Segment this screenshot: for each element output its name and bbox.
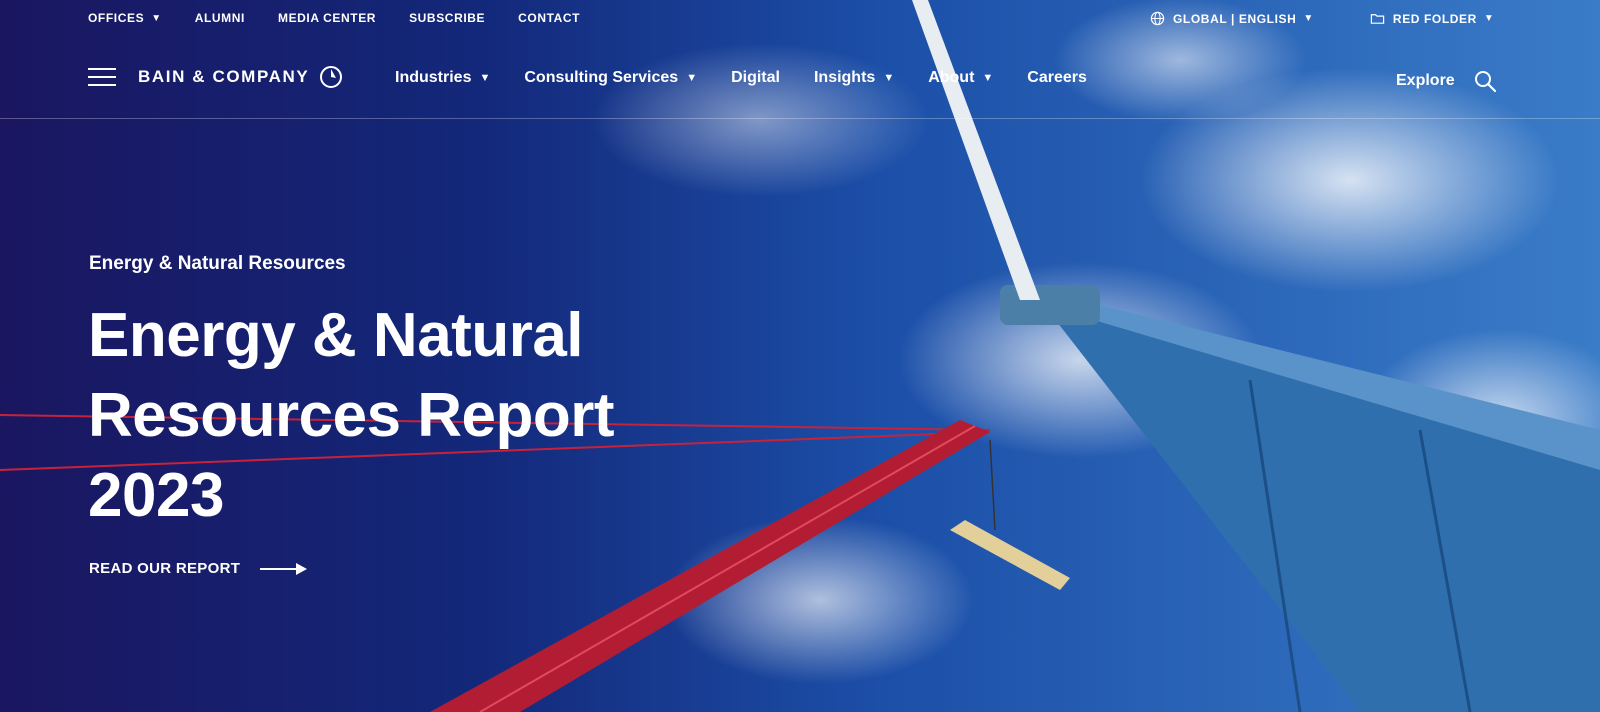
language-selector[interactable]: GLOBAL | ENGLISH ▼ bbox=[1150, 11, 1314, 26]
alumni-link[interactable]: ALUMNI bbox=[195, 11, 245, 25]
subscribe-label: SUBSCRIBE bbox=[409, 11, 486, 25]
caret-down-icon: ▼ bbox=[1483, 13, 1495, 24]
logo-wordmark: BAIN & COMPANY bbox=[138, 67, 310, 86]
caret-down-icon: ▼ bbox=[686, 72, 698, 84]
nav-item-consulting-services[interactable]: Consulting Services ▼ bbox=[524, 69, 697, 87]
utility-links: OFFICES ▼ ALUMNI MEDIA CENTER SUBSCRIBE … bbox=[88, 11, 613, 25]
caret-down-icon: ▼ bbox=[1303, 13, 1314, 24]
nav-insights-label: Insights bbox=[813, 69, 876, 86]
language-label: GLOBAL | ENGLISH bbox=[1173, 11, 1297, 26]
nav-industries-label: Industries bbox=[395, 69, 472, 86]
hero-title: Energy & Natural Resources Report 2023 bbox=[88, 301, 615, 530]
primary-nav-items: Industries ▼ Consulting Services ▼ Digit… bbox=[395, 69, 1121, 87]
media-center-link[interactable]: MEDIA CENTER bbox=[278, 11, 376, 25]
explore-label: Explore bbox=[1396, 72, 1455, 89]
nav-divider bbox=[0, 118, 1600, 119]
folder-icon bbox=[1370, 14, 1385, 24]
hero-section: OFFICES ▼ ALUMNI MEDIA CENTER SUBSCRIBE … bbox=[0, 0, 1600, 712]
read-report-label: READ OUR REPORT bbox=[89, 560, 241, 577]
offices-dropdown[interactable]: OFFICES ▼ bbox=[88, 11, 162, 25]
hero-eyebrow[interactable]: Energy & Natural Resources bbox=[89, 253, 346, 275]
caret-down-icon: ▼ bbox=[151, 12, 162, 24]
nav-item-careers[interactable]: Careers bbox=[1027, 69, 1087, 87]
turbine-nacelle bbox=[1000, 285, 1100, 325]
crane-load bbox=[950, 520, 1070, 590]
nav-digital-label: Digital bbox=[731, 69, 780, 86]
alumni-label: ALUMNI bbox=[194, 11, 245, 25]
utility-bar: OFFICES ▼ ALUMNI MEDIA CENTER SUBSCRIBE … bbox=[0, 0, 1600, 36]
hamburger-menu-icon[interactable] bbox=[88, 68, 116, 86]
bain-logo-mark-icon bbox=[320, 66, 343, 88]
nav-careers-label: Careers bbox=[1027, 69, 1087, 86]
read-report-link[interactable]: READ OUR REPORT bbox=[89, 560, 308, 577]
subscribe-link[interactable]: SUBSCRIBE bbox=[409, 11, 485, 25]
red-folder-label: RED FOLDER bbox=[1392, 11, 1477, 26]
bain-logo[interactable]: BAIN & COMPANY bbox=[138, 65, 343, 89]
crane-hook-line bbox=[989, 439, 996, 531]
turbine-blade bbox=[912, 0, 1040, 300]
main-navigation: BAIN & COMPANY Industries ▼ Consulting S… bbox=[0, 60, 1600, 96]
caret-down-icon: ▼ bbox=[883, 72, 895, 84]
globe-icon bbox=[1150, 11, 1165, 26]
caret-down-icon: ▼ bbox=[479, 72, 491, 84]
search-icon[interactable] bbox=[1473, 69, 1497, 93]
nav-item-about[interactable]: About ▼ bbox=[928, 69, 993, 87]
nav-item-industries[interactable]: Industries ▼ bbox=[395, 69, 490, 87]
caret-down-icon: ▼ bbox=[982, 72, 994, 84]
utility-right: GLOBAL | ENGLISH ▼ RED FOLDER ▼ bbox=[1150, 11, 1550, 26]
contact-link[interactable]: CONTACT bbox=[518, 11, 580, 25]
nav-item-insights[interactable]: Insights ▼ bbox=[814, 69, 894, 87]
nav-item-digital[interactable]: Digital bbox=[731, 69, 780, 87]
nav-consulting-label: Consulting Services bbox=[524, 69, 679, 86]
arrow-right-icon bbox=[260, 562, 308, 575]
contact-label: CONTACT bbox=[518, 11, 581, 25]
nav-about-label: About bbox=[928, 69, 975, 86]
offices-label: OFFICES bbox=[88, 11, 145, 25]
explore-search[interactable]: Explore bbox=[1396, 69, 1497, 93]
red-folder-dropdown[interactable]: RED FOLDER ▼ bbox=[1370, 11, 1495, 26]
media-center-label: MEDIA CENTER bbox=[277, 11, 377, 25]
